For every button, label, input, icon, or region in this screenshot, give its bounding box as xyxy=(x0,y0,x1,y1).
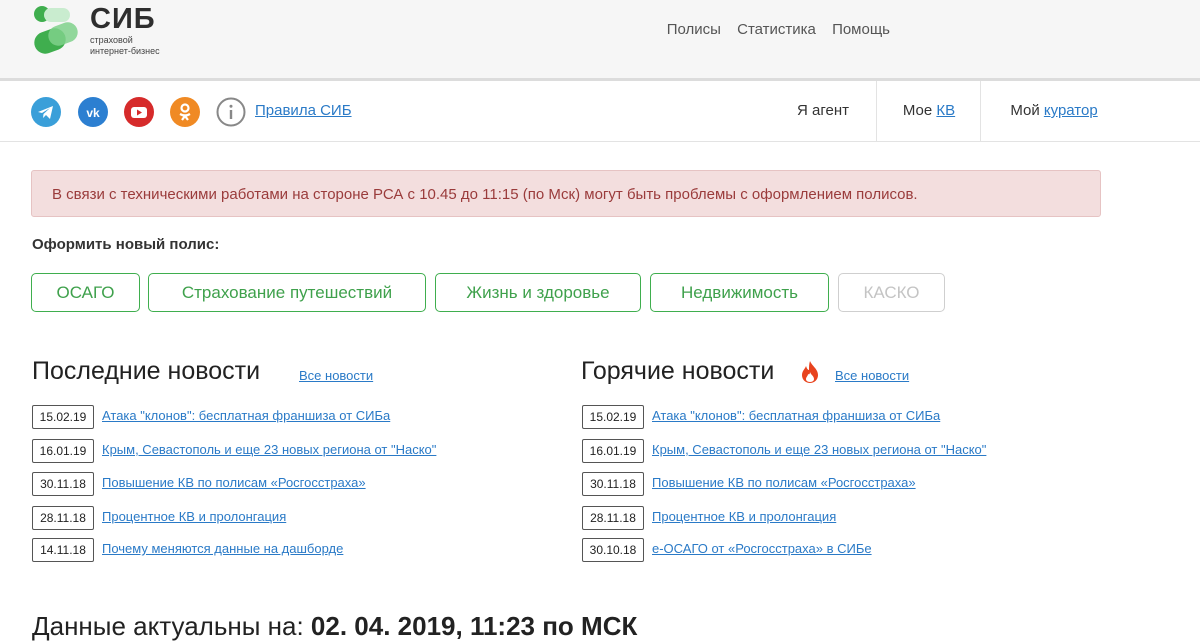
youtube-icon[interactable] xyxy=(124,97,154,127)
my-curator-link[interactable]: куратор xyxy=(1044,102,1098,119)
news-date: 15.02.19 xyxy=(582,405,644,429)
news-date: 30.11.18 xyxy=(32,472,94,496)
my-curator-cell: Мой куратор xyxy=(980,81,1127,141)
agent-label: Я агент xyxy=(797,102,849,119)
news-link[interactable]: Атака "клонов": бесплатная франшиза от С… xyxy=(652,408,940,423)
news-date: 30.11.18 xyxy=(582,472,644,496)
latest-all-news-link[interactable]: Все новости xyxy=(299,368,373,383)
svg-text:vk: vk xyxy=(86,106,100,120)
top-header: СИБ страховой интернет-бизнес Полисы Ста… xyxy=(0,0,1200,81)
news-link[interactable]: Крым, Севастополь и еще 23 новых региона… xyxy=(652,442,986,457)
nav-policies[interactable]: Полисы xyxy=(667,21,721,38)
news-link[interactable]: Процентное КВ и пролонгация xyxy=(102,509,286,524)
travel-insurance-button[interactable]: Страхование путешествий xyxy=(148,273,426,312)
news-date: 28.11.18 xyxy=(582,506,644,530)
data-updated-line: Данные актуальны на: 02. 04. 2019, 11:23… xyxy=(32,611,637,642)
logo-mark-icon xyxy=(34,6,78,54)
sub-bar: vk Правила СИБ Я агент Мое КВ Мой курато… xyxy=(0,81,1200,142)
updated-value: 02. 04. 2019, 11:23 по МСК xyxy=(310,611,638,641)
news-date: 28.11.18 xyxy=(32,506,94,530)
news-link[interactable]: е-ОСАГО от «Росгосстраха» в СИБе xyxy=(652,541,872,556)
nav-statistics[interactable]: Статистика xyxy=(737,21,816,38)
logo-subtitle-line2: интернет-бизнес xyxy=(90,46,160,56)
vk-icon[interactable]: vk xyxy=(78,97,108,127)
my-kv-link[interactable]: КВ xyxy=(936,102,955,119)
info-icon[interactable] xyxy=(216,97,246,127)
maintenance-alert: В связи с техническими работами на сторо… xyxy=(31,170,1101,217)
agent-button[interactable]: Я агент xyxy=(770,81,876,141)
news-link[interactable]: Атака "клонов": бесплатная франшиза от С… xyxy=(102,408,390,423)
osago-button[interactable]: ОСАГО xyxy=(31,273,140,312)
life-health-button[interactable]: Жизнь и здоровье xyxy=(435,273,641,312)
latest-news-title: Последние новости xyxy=(32,357,261,385)
news-link[interactable]: Процентное КВ и пролонгация xyxy=(652,509,836,524)
news-link[interactable]: Крым, Севастополь и еще 23 новых региона… xyxy=(102,442,436,457)
logo-subtitle: страховой интернет-бизнес xyxy=(90,35,200,57)
sib-rules-link[interactable]: Правила СИБ xyxy=(255,102,352,119)
news-link[interactable]: Повышение КВ по полисам «Росгосстраха» xyxy=(102,475,366,490)
news-date: 30.10.18 xyxy=(582,538,644,562)
hot-news-title: Горячие новости xyxy=(581,357,775,385)
kasko-button-disabled: КАСКО xyxy=(838,273,945,312)
news-link[interactable]: Почему меняются данные на дашборде xyxy=(102,541,343,556)
news-date: 16.01.19 xyxy=(582,439,644,463)
new-policy-label: Оформить новый полис: xyxy=(32,236,220,253)
telegram-icon[interactable] xyxy=(31,97,61,127)
my-kv-prefix: Мое xyxy=(902,102,933,119)
fire-icon xyxy=(802,361,818,383)
logo-subtitle-line1: страховой xyxy=(90,35,133,45)
news-date: 16.01.19 xyxy=(32,439,94,463)
real-estate-button[interactable]: Недвижимость xyxy=(650,273,829,312)
news-date: 15.02.19 xyxy=(32,405,94,429)
odnoklassniki-icon[interactable] xyxy=(170,97,200,127)
top-navigation: Полисы Статистика Помощь xyxy=(655,21,890,38)
my-kv-cell: Мое КВ xyxy=(876,81,981,141)
nav-help[interactable]: Помощь xyxy=(832,21,890,38)
hot-all-news-link[interactable]: Все новости xyxy=(835,368,909,383)
my-curator-prefix: Мой xyxy=(1010,102,1040,119)
updated-prefix: Данные актуальны на: xyxy=(32,611,304,641)
news-date: 14.11.18 xyxy=(32,538,94,562)
sib-logo[interactable]: СИБ страховой интернет-бизнес xyxy=(30,2,190,62)
logo-name: СИБ xyxy=(90,3,156,35)
news-link[interactable]: Повышение КВ по полисам «Росгосстраха» xyxy=(652,475,916,490)
